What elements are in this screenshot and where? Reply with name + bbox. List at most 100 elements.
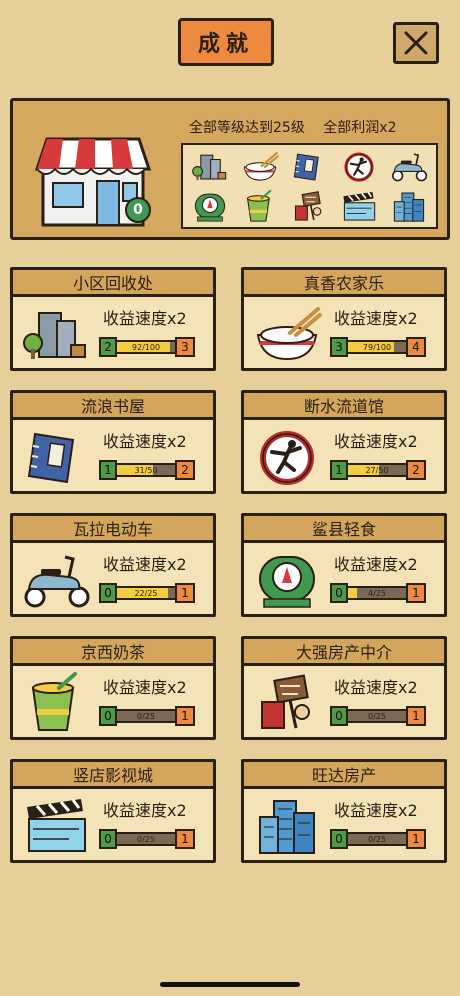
goal-level-text: 全部等级达到25级 xyxy=(189,120,305,136)
current-level: 1 xyxy=(99,460,117,480)
card-title: 断水流道馆 xyxy=(244,393,444,420)
achievement-card[interactable]: 大强房产中介 收益速度x2 0 0/25 1 xyxy=(241,636,447,740)
current-level: 0 xyxy=(330,829,348,849)
income-speed-text: 收益速度x2 xyxy=(334,432,418,451)
next-level: 2 xyxy=(406,460,426,480)
level-progress: 0 0/25 1 xyxy=(99,829,211,849)
card-image xyxy=(19,426,93,486)
income-speed-text: 收益速度x2 xyxy=(103,555,187,574)
card-body: 收益速度x2 2 92/100 3 xyxy=(13,297,213,368)
achievement-grid-cell xyxy=(187,188,234,225)
progress-bar: 0/25 xyxy=(117,832,175,846)
card-title: 瓦拉电动车 xyxy=(13,516,213,543)
tea-badge-icon xyxy=(195,193,226,222)
tower-icon xyxy=(393,192,424,222)
karate-icon xyxy=(260,431,314,485)
rice-bowl-icon xyxy=(256,307,322,361)
progress-bar: 0/25 xyxy=(348,709,406,723)
home-indicator xyxy=(160,982,300,987)
achievement-card[interactable]: 京西奶茶收益速度x2 0 0/25 1 xyxy=(10,636,216,740)
progress-text: 22/25 xyxy=(134,588,158,598)
level-progress: 0 0/25 1 xyxy=(330,706,442,726)
progress-bar: 0/25 xyxy=(117,709,175,723)
next-level: 3 xyxy=(175,337,195,357)
income-speed-text: 收益速度x2 xyxy=(334,678,418,697)
card-body: 收益速度x2 1 31/50 2 xyxy=(13,420,213,491)
achievement-summary-panel: 全部等级达到25级 全部利润x2 0 xyxy=(10,98,450,240)
next-level: 1 xyxy=(175,706,195,726)
card-body: 收益速度x2 3 79/100 4 xyxy=(244,297,444,368)
card-image xyxy=(19,672,93,732)
shop-level-badge: 0 xyxy=(125,197,151,223)
card-title: 竖店影视城 xyxy=(13,762,213,789)
current-level: 2 xyxy=(99,337,117,357)
achievement-card[interactable]: 真香农家乐 收益速度x2 3 79/100 4 xyxy=(241,267,447,371)
clapper-icon xyxy=(343,191,376,221)
card-image xyxy=(19,303,93,363)
achievement-card[interactable]: 小区回收处 收益速度x2 2 92/100 3 xyxy=(10,267,216,371)
rice-bowl-icon xyxy=(243,152,279,181)
progress-bar: 0/25 xyxy=(348,832,406,846)
progress-bar: 22/25 xyxy=(117,586,175,600)
progress-text: 92/100 xyxy=(131,342,161,352)
card-title: 小区回收处 xyxy=(13,270,213,297)
next-level: 1 xyxy=(175,583,195,603)
achievement-card[interactable]: 流浪书屋 收益速度x2 1 31/50 2 xyxy=(10,390,216,494)
card-body: 收益速度x2 0 4/25 1 xyxy=(244,543,444,614)
card-image xyxy=(19,549,93,609)
progress-text: 4/25 xyxy=(368,588,386,598)
income-speed-text: 收益速度x2 xyxy=(103,678,187,697)
achievement-card[interactable]: 鲨县轻食 收益速度x2 0 4/25 1 xyxy=(241,513,447,617)
card-body: 收益速度x2 0 0/25 1 xyxy=(13,666,213,737)
progress-text: 27/50 xyxy=(365,465,389,475)
progress-bar: 31/50 xyxy=(117,463,175,477)
card-image xyxy=(19,795,93,855)
book-icon xyxy=(27,432,75,484)
building-icon xyxy=(23,312,86,359)
level-progress: 0 0/25 1 xyxy=(330,829,442,849)
income-speed-text: 收益速度x2 xyxy=(103,432,187,451)
close-icon xyxy=(404,31,428,55)
card-title: 京西奶茶 xyxy=(13,639,213,666)
current-level: 0 xyxy=(330,583,348,603)
progress-bar: 27/50 xyxy=(348,463,406,477)
achievement-card[interactable]: 旺达房产收益速度x2 0 0/25 1 xyxy=(241,759,447,863)
milk-tea-icon xyxy=(31,672,77,731)
achievement-card[interactable]: 竖店影视城收益速度x2 0 0/25 1 xyxy=(10,759,216,863)
tower-icon xyxy=(259,800,315,854)
progress-bar: 79/100 xyxy=(348,340,406,354)
achievement-card[interactable]: 断水流道馆收益速度x2 1 27/50 2 xyxy=(241,390,447,494)
next-level: 4 xyxy=(406,337,426,357)
current-level: 0 xyxy=(99,706,117,726)
achievement-grid-cell xyxy=(336,188,383,225)
progress-text: 31/50 xyxy=(134,465,158,475)
achievement-grid-cell xyxy=(237,188,284,225)
level-progress: 2 92/100 3 xyxy=(99,337,211,357)
next-level: 1 xyxy=(175,829,195,849)
achievement-grid-cell xyxy=(237,148,284,185)
income-speed-text: 收益速度x2 xyxy=(334,801,418,820)
achievement-grid-cell xyxy=(187,148,234,185)
card-title: 流浪书屋 xyxy=(13,393,213,420)
achievement-grid-cell xyxy=(336,148,383,185)
income-speed-text: 收益速度x2 xyxy=(103,801,187,820)
card-image xyxy=(250,303,324,363)
goal-text: 全部等级达到25级 全部利润x2 xyxy=(189,117,410,137)
current-level: 1 xyxy=(330,460,348,480)
current-level: 0 xyxy=(330,706,348,726)
level-progress: 3 79/100 4 xyxy=(330,337,442,357)
level-progress: 1 31/50 2 xyxy=(99,460,211,480)
close-button[interactable] xyxy=(393,22,439,64)
card-image xyxy=(250,549,324,609)
achievement-card[interactable]: 瓦拉电动车 收益速度x2 0 22/25 1 xyxy=(10,513,216,617)
next-level: 1 xyxy=(406,829,426,849)
current-level: 3 xyxy=(330,337,348,357)
book-icon xyxy=(294,153,320,181)
income-speed-text: 收益速度x2 xyxy=(334,555,418,574)
clapper-icon xyxy=(27,799,86,852)
level-progress: 0 22/25 1 xyxy=(99,583,211,603)
card-title: 旺达房产 xyxy=(244,762,444,789)
level-progress: 1 27/50 2 xyxy=(330,460,442,480)
card-title: 真香农家乐 xyxy=(244,270,444,297)
achievement-grid-cell xyxy=(385,188,432,225)
